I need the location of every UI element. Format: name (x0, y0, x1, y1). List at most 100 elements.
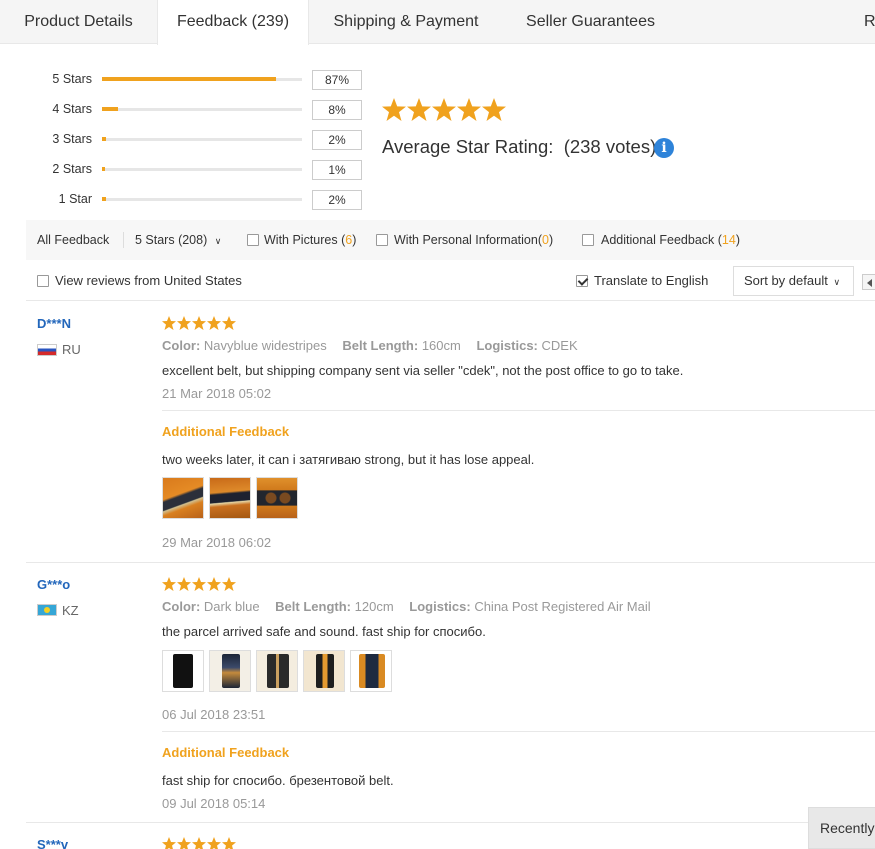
rating-bar (102, 197, 302, 201)
additional-feedback-text: two weeks later, it can i затягиваю stro… (162, 452, 535, 467)
reviewer-name[interactable]: S***v (37, 837, 68, 849)
with-pictures-text: With Pictures (264, 233, 338, 247)
russia-flag-icon (37, 344, 57, 356)
review-photo-thumbnail[interactable] (209, 477, 251, 519)
attr-value: 160cm (421, 338, 461, 353)
average-label: Average Star Rating: (382, 136, 554, 157)
additional-feedback-date: 09 Jul 2018 05:14 (162, 796, 266, 811)
rating-row-4[interactable]: 4 Stars 8% (0, 100, 380, 120)
info-icon[interactable]: i (654, 138, 674, 158)
additional-feedback-date: 29 Mar 2018 06:02 (162, 535, 272, 550)
tab-seller-guarantees[interactable]: Seller Guarantees (503, 0, 678, 44)
tab-bar: Product Details Feedback (239) Shipping … (0, 0, 875, 45)
review-stars (162, 316, 238, 331)
review-stars (162, 837, 238, 849)
personal-info-label[interactable]: With Personal Information(0) (394, 233, 553, 247)
additional-feedback-heading: Additional Feedback (162, 424, 290, 439)
view-us-label[interactable]: View reviews from United States (55, 273, 242, 288)
rating-row-1[interactable]: 1 Star 2% (0, 190, 380, 210)
attr-value: Navyblue widestripes (203, 338, 327, 353)
star-filter-select[interactable]: 5 Stars (208) ∨ (135, 233, 221, 247)
review-photo-thumbnail[interactable] (350, 650, 392, 692)
rating-percent: 2% (312, 190, 362, 210)
tab-shipping-payment[interactable]: Shipping & Payment (309, 0, 503, 44)
rating-bar-fill (102, 77, 276, 81)
rating-label: 5 Stars (52, 72, 92, 86)
votes-count: (238 votes) (563, 136, 657, 157)
rating-bar (102, 107, 302, 111)
prev-page-button[interactable] (862, 274, 875, 290)
rating-bar-fill (102, 107, 118, 111)
review-stars (162, 577, 238, 592)
divider (26, 562, 875, 563)
review-photo-thumbnail[interactable] (162, 650, 204, 692)
with-pictures-checkbox[interactable] (247, 234, 259, 246)
attr-key: Color: (162, 338, 201, 353)
additional-feedback-heading: Additional Feedback (162, 745, 290, 760)
reviewer-country: RU (62, 342, 81, 357)
review-photo-thumbnail[interactable] (256, 477, 298, 519)
additional-feedback-checkbox[interactable] (582, 234, 594, 246)
reviewer-name[interactable]: D***N (37, 316, 71, 331)
view-us-checkbox[interactable] (37, 275, 49, 287)
additional-feedback-text: fast ship for спосибо. брезентовой belt. (162, 773, 394, 788)
divider (26, 300, 875, 301)
translate-checkbox[interactable] (576, 275, 588, 287)
chevron-down-icon: ∨ (214, 236, 222, 246)
review-text: the parcel arrived safe and sound. fast … (162, 624, 486, 639)
star-icons (162, 577, 236, 591)
review-date: 21 Mar 2018 05:02 (162, 386, 272, 401)
filter-bar: All Feedback 5 Stars (208) ∨ With Pictur… (26, 220, 875, 260)
attr-key: Belt Length: (275, 599, 351, 614)
reviewer-country: KZ (62, 603, 79, 618)
rating-bar (102, 77, 302, 81)
star-icons (162, 837, 236, 849)
rating-row-5[interactable]: 5 Stars 87% (0, 70, 380, 90)
translate-label[interactable]: Translate to English (594, 273, 708, 288)
rating-bar (102, 137, 302, 141)
attr-key: Belt Length: (342, 338, 419, 353)
divider (162, 731, 875, 732)
tab-feedback[interactable]: Feedback (239) (157, 0, 309, 45)
rating-percent: 2% (312, 130, 362, 150)
kazakhstan-flag-icon (37, 604, 57, 616)
review-attributes: Color: Dark blue Belt Length: 120cm Logi… (162, 599, 663, 614)
recently-viewed-button[interactable]: Recently (808, 807, 875, 849)
sort-select[interactable]: Sort by default ∨ (733, 266, 854, 296)
all-feedback-link[interactable]: All Feedback (37, 233, 109, 247)
review-photo-thumbnail[interactable] (162, 477, 204, 519)
average-star-rating (382, 97, 508, 125)
personal-info-text: With Personal Information (394, 233, 538, 247)
rating-label: 1 Star (58, 192, 92, 206)
attr-value: CDEK (541, 338, 578, 353)
attr-value: China Post Registered Air Mail (474, 599, 651, 614)
review-photo-thumbnail[interactable] (209, 650, 251, 692)
star-icons (162, 316, 236, 330)
rating-row-3[interactable]: 3 Stars 2% (0, 130, 380, 150)
tab-more[interactable]: Re (856, 0, 875, 44)
rating-percent: 8% (312, 100, 362, 120)
divider (123, 232, 124, 248)
rating-bar-fill (102, 197, 106, 201)
star-icons (382, 98, 506, 121)
review-date: 06 Jul 2018 23:51 (162, 707, 266, 722)
sort-value: Sort by default (744, 273, 828, 288)
star-filter-value: 5 Stars (208) (135, 233, 208, 247)
reviewer-name[interactable]: G***o (37, 577, 70, 592)
attr-key: Color: (162, 599, 201, 614)
review-attributes: Color: Navyblue widestripes Belt Length:… (162, 338, 590, 353)
additional-feedback-label[interactable]: Additional Feedback (14) (601, 233, 740, 247)
tab-product-details[interactable]: Product Details (0, 0, 157, 44)
additional-feedback-text: Additional Feedback (601, 233, 715, 247)
attr-key: Logistics: (476, 338, 538, 353)
attr-value: Dark blue (203, 599, 260, 614)
rating-percent: 1% (312, 160, 362, 180)
personal-info-checkbox[interactable] (376, 234, 388, 246)
review-photo-thumbnail[interactable] (256, 650, 298, 692)
with-pictures-label[interactable]: With Pictures (6) (264, 233, 356, 247)
rating-bar (102, 167, 302, 171)
with-pictures-count: 6 (345, 233, 353, 247)
review-photo-thumbnail[interactable] (303, 650, 345, 692)
rating-row-2[interactable]: 2 Stars 1% (0, 160, 380, 180)
attr-value: 120cm (354, 599, 394, 614)
